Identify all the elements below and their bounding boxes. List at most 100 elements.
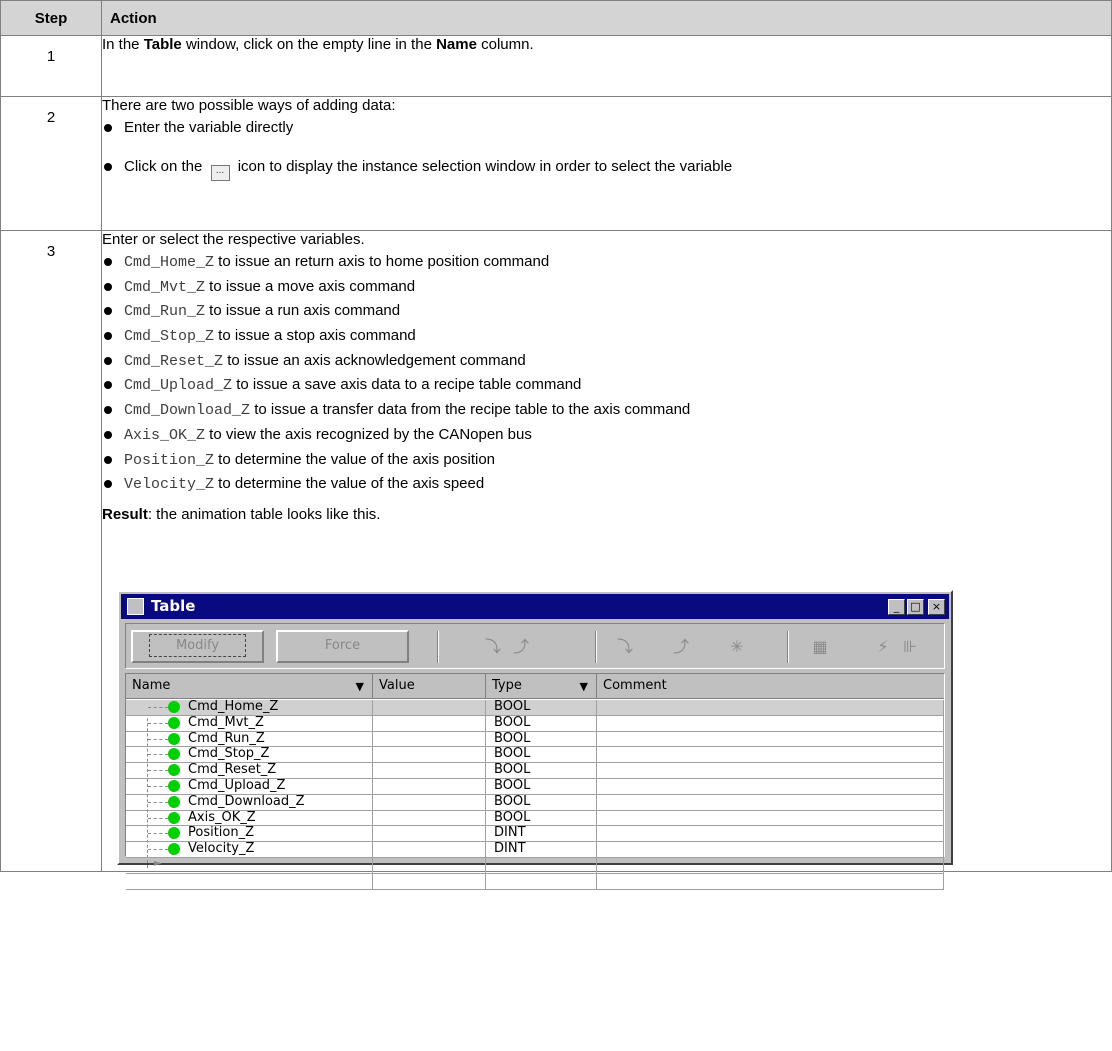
table-cell[interactable]: [597, 810, 944, 826]
var-code: Cmd_Download_Z: [124, 402, 251, 420]
minimize-button[interactable]: _: [888, 599, 905, 615]
row-name: Cmd_Upload_Z: [188, 778, 286, 793]
table-cell[interactable]: [373, 873, 486, 889]
status-dot-icon: [168, 795, 180, 808]
table-cell[interactable]: [597, 779, 944, 794]
column-type[interactable]: Type ▼: [486, 674, 597, 699]
table-cell[interactable]: [486, 873, 597, 889]
falling-edge-icon[interactable]: ⤵: [483, 638, 503, 656]
tree-connector: [148, 770, 168, 772]
var-desc: to issue a run axis command: [205, 302, 401, 320]
var-desc: to issue a save axis data to a recipe ta…: [232, 376, 582, 394]
row-name: Cmd_Reset_Z: [188, 762, 277, 778]
force-button[interactable]: Force: [276, 630, 409, 663]
var-code: Cmd_Home_Z: [124, 254, 215, 271]
toolbar-separator: [787, 631, 789, 663]
row-type: BOOL: [494, 730, 531, 746]
table-cell[interactable]: [373, 763, 486, 778]
tree-connector: [148, 754, 168, 756]
tree-connector: [148, 707, 168, 708]
bullet-item: Enter the variable directly: [102, 117, 1111, 139]
var-code: Cmd_Reset_Z: [124, 352, 224, 370]
bold-text: Name: [436, 36, 477, 53]
table-cell[interactable]: [126, 873, 373, 889]
table-row[interactable]: Cmd_Stop_Z BOOL: [126, 747, 944, 764]
var-code: Cmd_Run_Z: [124, 303, 206, 321]
table-row[interactable]: Position_Z DINT: [126, 825, 944, 843]
maximize-button[interactable]: □: [907, 599, 924, 615]
bullet-item: Click on the ... icon to display the ins…: [102, 156, 1111, 181]
window-icon: [127, 598, 144, 615]
table-cell[interactable]: [597, 763, 944, 778]
table-cell[interactable]: [597, 700, 944, 715]
table-cell[interactable]: [373, 731, 486, 747]
table-cell[interactable]: [597, 873, 944, 889]
rising-edge-icon[interactable]: ⤴: [511, 638, 531, 656]
status-dot-icon: [168, 780, 180, 792]
table-row[interactable]: Cmd_Mvt_Z BOOL: [126, 715, 944, 732]
column-name[interactable]: Name ▼: [126, 674, 373, 699]
table-cell[interactable]: [373, 747, 486, 763]
table-row[interactable]: Cmd_Reset_Z BOOL: [126, 763, 944, 779]
table-row[interactable]: Cmd_Upload_Z BOOL: [126, 779, 944, 795]
table-cell[interactable]: [597, 842, 944, 857]
bold-text: Table: [143, 36, 182, 53]
var-code: Velocity_Z: [124, 476, 215, 494]
column-comment[interactable]: Comment: [597, 674, 944, 699]
row-name: Cmd_Home_Z: [188, 699, 279, 714]
table-row[interactable]: ►: [126, 858, 944, 874]
table-window: Table _ □ × Modify Force ⤵ ⤴ ⤵ ⤴ ✳ ▦ ⚡ ⊪…: [117, 590, 953, 890]
table-cell[interactable]: [373, 858, 486, 873]
modify-button[interactable]: Modify: [131, 630, 264, 663]
var-desc: to issue a transfer data from the recipe…: [250, 401, 691, 419]
column-value[interactable]: Value: [373, 674, 486, 699]
table-cell[interactable]: [597, 715, 944, 731]
table-cell[interactable]: [373, 810, 486, 826]
var-desc: to determine the value of the axis posit…: [214, 450, 496, 468]
columns-icon[interactable]: ▦: [810, 638, 830, 656]
table-cell[interactable]: [597, 858, 944, 873]
table-cell[interactable]: [373, 715, 486, 731]
table-cell[interactable]: [373, 794, 486, 810]
lightning-icon[interactable]: ⚡: [873, 638, 893, 656]
table-cell[interactable]: [486, 858, 597, 873]
bullet-item: Axis_OK_Z to view the axis recognized by…: [102, 424, 1111, 447]
table-row[interactable]: Axis_OK_Z BOOL: [126, 809, 944, 827]
table-row[interactable]: [126, 873, 944, 890]
row-name: Axis_OK_Z: [188, 809, 256, 825]
row-type: BOOL: [494, 793, 531, 809]
force-rising-icon[interactable]: ⤴: [671, 638, 691, 656]
status-dot-icon: [168, 716, 180, 729]
table-cell[interactable]: [373, 826, 486, 842]
bullet-item: Cmd_Mvt_Z to issue a move axis command: [102, 276, 1111, 299]
table-row[interactable]: Cmd_Download_Z BOOL: [126, 793, 944, 811]
table-cell[interactable]: [597, 794, 944, 810]
close-button[interactable]: ×: [928, 599, 945, 615]
toolbar-separator: [437, 631, 439, 663]
row-name: Position_Z: [188, 825, 255, 841]
table-row[interactable]: Velocity_Z DINT: [126, 842, 944, 858]
table-row[interactable]: Cmd_Run_Z BOOL: [126, 730, 944, 748]
step-number: 1: [0, 35, 102, 97]
table-cell[interactable]: [126, 858, 373, 873]
table-cell[interactable]: [373, 779, 486, 794]
status-dot-icon: [168, 811, 180, 824]
column-type-label: Type: [492, 678, 522, 693]
table-cell[interactable]: [373, 700, 486, 715]
window-titlebar: Table _ □ ×: [121, 594, 949, 619]
sort-arrow-icon: ▼: [579, 680, 588, 693]
force-label: Force: [324, 638, 361, 653]
result-text: : the animation table looks like this.: [147, 506, 381, 524]
table-cell[interactable]: [373, 842, 486, 857]
table-cell[interactable]: [597, 826, 944, 842]
row-type: DINT: [494, 825, 526, 841]
unforce-icon[interactable]: ✳: [727, 638, 747, 656]
table-row[interactable]: Cmd_Home_Z BOOL: [126, 700, 944, 716]
row-name: Cmd_Run_Z: [188, 730, 265, 746]
table-cell[interactable]: [597, 731, 944, 747]
force-falling-icon[interactable]: ⤵: [615, 638, 635, 656]
window-toolbar: Modify Force ⤵ ⤴ ⤵ ⤴ ✳ ▦ ⚡ ⊪: [125, 623, 945, 669]
row-name: Velocity_Z: [188, 841, 255, 857]
table-cell[interactable]: [597, 747, 944, 763]
link-icon[interactable]: ⊪: [900, 638, 920, 656]
